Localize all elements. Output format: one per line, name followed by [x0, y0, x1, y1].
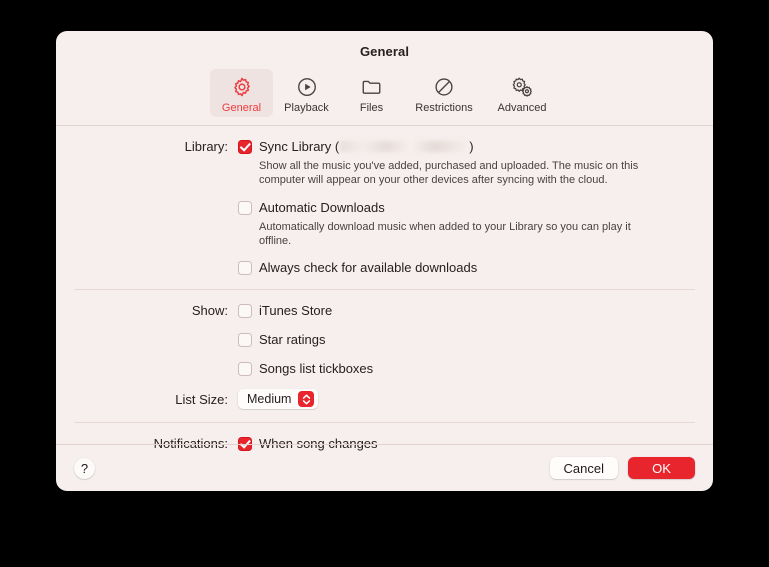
- show-itunes-store-row[interactable]: iTunes Store: [238, 302, 695, 319]
- list-size-label: List Size:: [175, 391, 228, 407]
- automatic-downloads-description: Automatically download music when added …: [259, 221, 631, 247]
- ok-button[interactable]: OK: [628, 457, 695, 479]
- toolbar-tab-files[interactable]: Files: [340, 69, 403, 117]
- sync-library-account-redacted: [340, 141, 469, 152]
- always-check-downloads-row[interactable]: Always check for available downloads: [238, 259, 695, 276]
- sync-library-row[interactable]: Sync Library (): [238, 138, 695, 155]
- preferences-content: Library: Sync Library () Show all the mu…: [56, 126, 713, 452]
- toolbar-tab-general[interactable]: General: [210, 69, 273, 117]
- library-section: Library: Sync Library () Show all the mu…: [56, 126, 713, 289]
- star-ratings-label: Star ratings: [259, 332, 326, 347]
- songs-list-tickboxes-checkbox[interactable]: [238, 361, 252, 376]
- toolbar-tab-playback[interactable]: Playback: [275, 69, 338, 117]
- cancel-button[interactable]: Cancel: [549, 457, 618, 479]
- show-songs-list-tickboxes-row[interactable]: Songs list tickboxes: [238, 360, 695, 377]
- sync-library-label-suffix: ): [469, 139, 474, 154]
- toolbar-tab-restrictions-label: Restrictions: [415, 102, 473, 114]
- show-section: Show: iTunes Store Star ratings Songs li…: [56, 290, 713, 377]
- always-check-downloads-checkbox[interactable]: [238, 260, 252, 275]
- list-size-popup-button[interactable]: Medium: [238, 389, 319, 409]
- toolbar-tab-advanced-label: Advanced: [497, 102, 547, 114]
- sync-library-checkbox[interactable]: [238, 139, 252, 154]
- sync-library-label-prefix: Sync Library (: [259, 139, 340, 154]
- chevron-updown-icon: [298, 391, 315, 407]
- show-label: Show:: [191, 303, 228, 318]
- always-check-downloads-label: Always check for available downloads: [259, 260, 478, 275]
- toolbar-tab-playback-label: Playback: [284, 102, 329, 114]
- show-star-ratings-row[interactable]: Star ratings: [238, 331, 695, 348]
- library-label: Library:: [184, 139, 228, 154]
- list-size-section: List Size: Medium: [56, 377, 713, 422]
- dialog-titlebar: General: [56, 31, 713, 69]
- automatic-downloads-label: Automatic Downloads: [259, 200, 385, 215]
- toolbar-tab-advanced[interactable]: Advanced: [485, 69, 559, 117]
- list-size-value: Medium: [247, 391, 292, 406]
- play-circle-icon: [277, 74, 336, 100]
- toolbar-tab-files-label: Files: [359, 102, 384, 114]
- automatic-downloads-checkbox[interactable]: [238, 200, 252, 215]
- songs-list-tickboxes-label: Songs list tickboxes: [259, 361, 374, 376]
- help-button[interactable]: ?: [74, 457, 95, 479]
- itunes-store-checkbox[interactable]: [238, 303, 252, 318]
- sync-library-label: Sync Library (): [259, 138, 474, 155]
- window-title: General: [359, 44, 410, 59]
- automatic-downloads-row[interactable]: Automatic Downloads: [238, 199, 695, 216]
- gear-icon: [212, 74, 271, 100]
- preferences-dialog: General General Playback Files Restricti…: [56, 31, 713, 491]
- no-entry-icon: [407, 74, 481, 100]
- toolbar-tab-general-label: General: [221, 102, 262, 114]
- sync-library-description: Show all the music you've added, purchas…: [259, 160, 639, 186]
- star-ratings-checkbox[interactable]: [238, 332, 252, 347]
- dialog-footer: ? Cancel OK: [56, 445, 713, 491]
- preferences-toolbar: General Playback Files Restrictions Adva…: [56, 69, 713, 125]
- double-gear-icon: [487, 74, 557, 100]
- toolbar-tab-restrictions[interactable]: Restrictions: [405, 69, 483, 117]
- itunes-store-label: iTunes Store: [259, 303, 333, 318]
- folder-icon: [342, 74, 401, 100]
